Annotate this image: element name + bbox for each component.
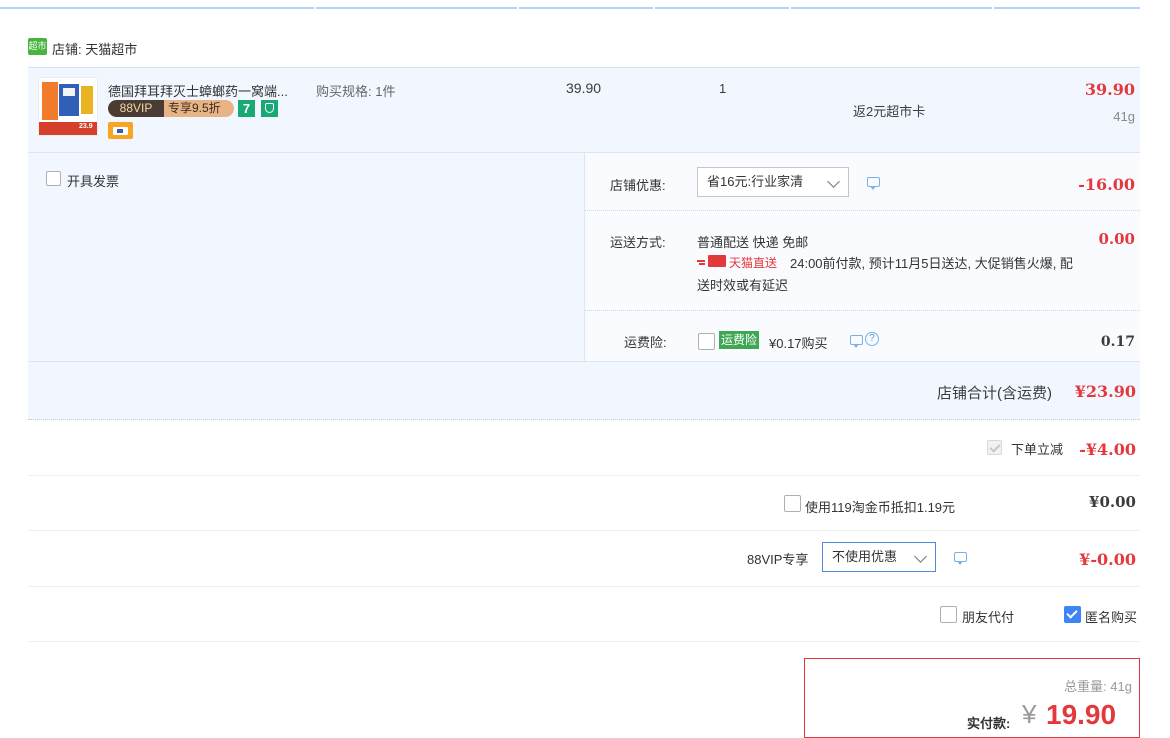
freight-insurance-price: ¥0.17购买 <box>769 336 828 351</box>
item-title[interactable]: 德国拜耳拜灭士蟑螂药一窝端... <box>108 81 288 100</box>
currency-symbol: ¥ <box>1022 699 1037 729</box>
pay-label: 实付款: <box>967 716 1011 731</box>
tmall-supermarket-icon: 超市 <box>28 38 47 55</box>
comment-icon[interactable] <box>850 335 863 348</box>
tmall-direct-badge: 天猫直送 <box>729 256 778 270</box>
vip-selected: 不使用优惠 <box>832 549 898 564</box>
divider <box>28 586 1140 587</box>
authentic-guarantee-icon <box>261 100 278 117</box>
shop-discount-label: 店铺优惠: <box>610 178 666 193</box>
freight-insurance-label: 运费险: <box>624 335 667 350</box>
freight-insurance-tag: 运费险 <box>719 331 760 349</box>
vip-select[interactable]: 不使用优惠 <box>822 542 936 572</box>
total-weight: 总重量: 41g <box>1064 679 1132 694</box>
shop-badge-text: 超市 <box>28 41 47 51</box>
header-col <box>519 0 653 9</box>
tmall-logo-icon <box>708 255 726 267</box>
divider <box>28 361 1140 362</box>
vip-badge-label: 88VIP <box>108 100 164 117</box>
order-discount-checkbox[interactable] <box>987 440 1002 455</box>
shop-total-label: 店铺合计(含运费) <box>937 385 1052 402</box>
shipping-note-line2: 送时效或有延迟 <box>697 278 789 293</box>
shop-discount-selected: 省16元:行业家清 <box>707 174 804 189</box>
shop-name[interactable]: 店铺: 天猫超市 <box>52 39 137 58</box>
chevron-down-icon <box>827 175 840 188</box>
header-col <box>791 0 992 9</box>
shop-discount-amount: -16.00 <box>1078 175 1135 194</box>
item-unit-price: 39.90 <box>566 80 602 96</box>
taobao-coins-amount: ¥0.00 <box>1089 493 1136 511</box>
header-col <box>655 0 789 9</box>
friend-pay-label: 朋友代付 <box>962 610 1015 625</box>
vip-label: 88VIP专享 <box>747 552 809 567</box>
order-discount-label: 下单立减 <box>1011 442 1064 457</box>
invoice-checkbox[interactable] <box>46 171 61 186</box>
order-discount-amount: -¥4.00 <box>1079 440 1136 459</box>
chevron-down-icon <box>914 550 927 563</box>
seven-day-return-icon: 7 <box>238 100 255 117</box>
freight-insurance-checkbox[interactable] <box>698 333 715 350</box>
shipping-note-line1: 24:00前付款, 预计11月5日送达, 大促销售火爆, 配 <box>790 256 1073 271</box>
divider <box>585 310 1140 311</box>
divider <box>28 530 1140 531</box>
item-service-note: 返2元超市卡 <box>853 104 926 119</box>
thumbnail-price: 23.9 <box>79 123 93 130</box>
divider <box>28 641 1140 642</box>
column-divider <box>584 153 585 361</box>
help-icon[interactable]: ? <box>865 332 879 346</box>
product-thumbnail[interactable]: 23.9 <box>38 77 98 136</box>
comment-icon[interactable] <box>954 552 967 565</box>
item-quantity: 1 <box>719 81 727 96</box>
anonymous-label: 匿名购买 <box>1085 610 1138 625</box>
vip-discount-label: 专享9.5折 <box>168 101 221 115</box>
vip-amount: ¥-0.00 <box>1079 550 1136 569</box>
card-payment-icon <box>108 122 133 139</box>
taobao-coins-label: 使用119淘金币抵扣1.19元 <box>805 500 956 515</box>
shipping-amount: 0.00 <box>1098 230 1135 248</box>
shipping-label: 运送方式: <box>610 235 666 250</box>
freight-insurance-amount: 0.17 <box>1100 334 1135 350</box>
shipping-method: 普通配送 快递 免邮 <box>697 235 809 250</box>
header-col <box>0 0 314 9</box>
item-subtotal: 39.90 <box>1084 80 1135 99</box>
shop-discount-select[interactable]: 省16元:行业家清 <box>697 167 849 197</box>
item-spec: 购买规格: 1件 <box>316 84 396 99</box>
pay-amount: 19.90 <box>1046 699 1117 730</box>
divider <box>585 210 1140 211</box>
header-col <box>994 0 1140 9</box>
vip-discount-badge: 88VIP 专享9.5折 <box>108 100 234 117</box>
divider <box>28 475 1140 476</box>
header-col <box>316 0 517 9</box>
comment-icon[interactable] <box>867 177 880 190</box>
taobao-coins-checkbox[interactable] <box>784 495 801 512</box>
anonymous-checkbox[interactable] <box>1064 606 1081 623</box>
friend-pay-checkbox[interactable] <box>940 606 957 623</box>
shop-total-amount: ¥23.90 <box>1074 382 1136 401</box>
item-weight: 41g <box>1113 109 1135 124</box>
invoice-label: 开具发票 <box>67 174 120 189</box>
